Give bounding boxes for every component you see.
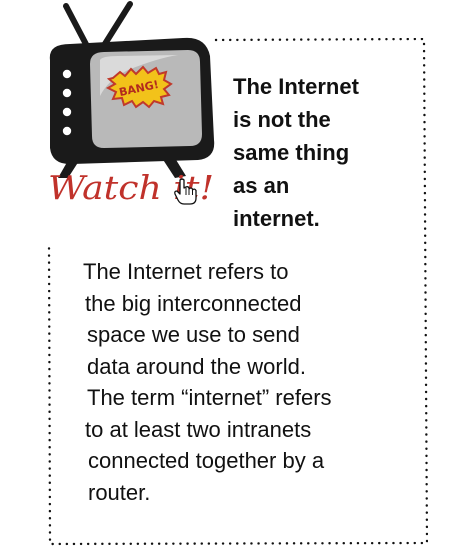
body-line: router. bbox=[88, 479, 151, 505]
callout-body: The Internet refers to the big interconn… bbox=[83, 256, 403, 508]
callout-heading: The Internet is not the same thing as an… bbox=[233, 70, 438, 235]
body-line: connected together by a bbox=[88, 448, 325, 473]
retro-tv-icon: BANG! Watch it! bbox=[8, 0, 228, 215]
heading-line: as an bbox=[233, 173, 290, 198]
body-line: The Internet refers to bbox=[83, 259, 289, 284]
body-line: the big interconnected bbox=[85, 290, 302, 316]
heading-line: is not the bbox=[233, 107, 331, 132]
heading-line: The Internet bbox=[233, 74, 359, 99]
body-line: The term “internet” refers bbox=[87, 385, 332, 410]
heading-line: internet. bbox=[233, 206, 320, 231]
body-line: data around the world. bbox=[87, 353, 306, 379]
body-line: to at least two intranets bbox=[85, 416, 312, 442]
body-line: space we use to send bbox=[87, 322, 300, 347]
heading-line: same thing bbox=[233, 140, 350, 165]
